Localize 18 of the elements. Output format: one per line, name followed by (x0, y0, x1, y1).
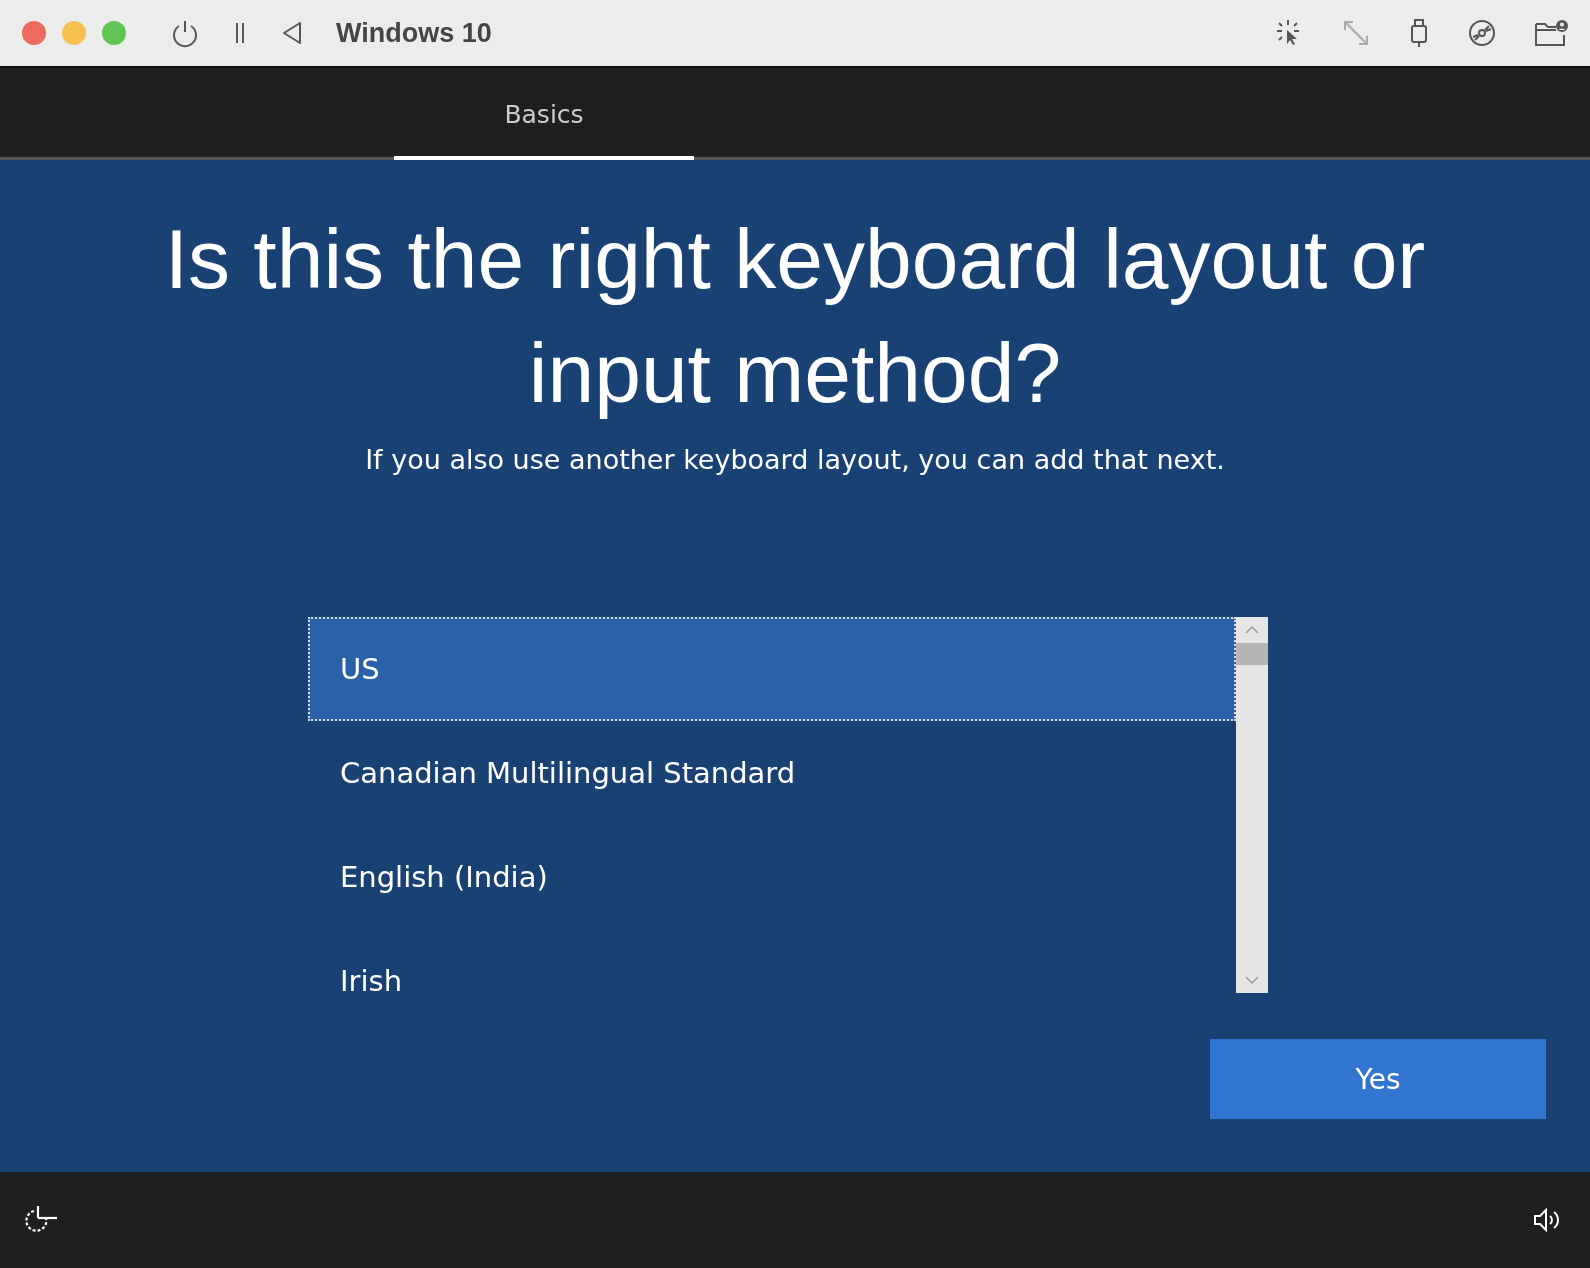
list-item[interactable]: US (308, 617, 1236, 721)
close-button[interactable] (22, 21, 46, 45)
list-item[interactable]: Canadian Multilingual Standard (308, 721, 1236, 825)
scrollbar-thumb[interactable] (1236, 643, 1268, 665)
page-heading: Is this the right keyboard layout or input method? (163, 211, 1427, 422)
shared-folder-icon[interactable] (1534, 19, 1568, 47)
yes-button[interactable]: Yes (1210, 1039, 1546, 1119)
list-item[interactable]: English (India) (308, 825, 1236, 929)
disc-icon[interactable] (1468, 19, 1496, 47)
tab[interactable]: Basics (394, 68, 694, 160)
power-icon[interactable] (170, 18, 200, 48)
scrollbar[interactable] (1236, 617, 1268, 993)
window-title: Windows 10 (336, 17, 492, 49)
back-icon[interactable] (280, 20, 304, 46)
page-subtitle: If you also use another keyboard layout, you can add that next. (365, 444, 1225, 475)
volume-icon[interactable] (1532, 1207, 1562, 1233)
list-item[interactable]: Irish (308, 929, 1236, 993)
usb-icon[interactable] (1408, 18, 1430, 48)
